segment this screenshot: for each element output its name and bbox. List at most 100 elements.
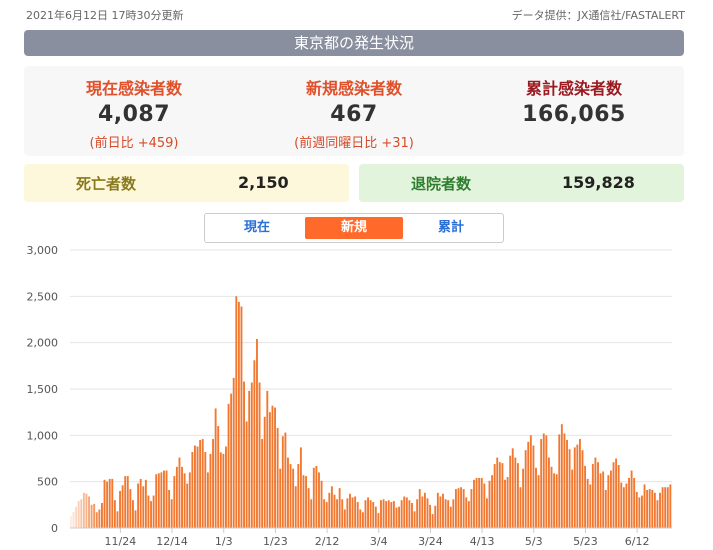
bar [589, 484, 592, 528]
deaths-value: 2,150 [238, 173, 289, 192]
bar [80, 499, 83, 528]
bar [524, 450, 527, 528]
bar [395, 507, 398, 528]
bar [116, 511, 119, 528]
bar [418, 489, 421, 528]
bar [346, 498, 349, 528]
bar [250, 382, 253, 528]
bar [132, 500, 134, 528]
bar [315, 465, 318, 528]
bar [305, 476, 307, 528]
bar [571, 469, 574, 528]
bar [413, 511, 416, 528]
bar [181, 466, 183, 528]
bar [281, 436, 284, 528]
bar [522, 468, 525, 528]
bar [183, 473, 186, 528]
bar [591, 464, 594, 528]
stat-value: 166,065 [522, 102, 626, 127]
x-tick-label: 3/4 [370, 535, 388, 548]
bar [573, 447, 576, 528]
bar [188, 472, 191, 528]
bar [349, 493, 351, 528]
bar [537, 475, 540, 528]
bar [235, 296, 238, 528]
bar [622, 487, 625, 528]
bar [457, 488, 460, 528]
bar [653, 492, 656, 528]
bar [230, 393, 233, 528]
bar [214, 408, 217, 528]
bar [465, 497, 468, 528]
bar [292, 468, 295, 528]
bar [504, 479, 506, 528]
bar [625, 483, 628, 528]
tab-new[interactable]: 新規 [305, 217, 403, 239]
bar [369, 500, 372, 528]
bar [367, 497, 369, 528]
bar [336, 499, 338, 528]
bar [390, 502, 393, 528]
tab-current[interactable]: 現在 [209, 217, 305, 239]
bar [75, 506, 78, 528]
bar [400, 500, 403, 528]
bar [144, 479, 147, 528]
bar [155, 474, 158, 528]
bar [168, 490, 171, 528]
x-tick-label: 12/14 [156, 535, 188, 548]
bar [261, 439, 264, 528]
stat-label: 新規感染者数 [305, 79, 402, 98]
bar [609, 470, 612, 528]
bar [436, 492, 439, 528]
bar [170, 499, 173, 528]
bar [493, 464, 496, 528]
bar [423, 492, 426, 528]
bar [496, 457, 499, 528]
bar [661, 487, 664, 528]
y-tick-label: 2,000 [27, 337, 59, 350]
stat-diff: (前日比 +459) [89, 136, 179, 151]
stat-new-cases: 新規感染者数 467 (前週同曜日比 +31) [244, 66, 464, 151]
bar [633, 477, 636, 528]
bar [478, 477, 481, 528]
bar [72, 512, 75, 528]
bar [426, 498, 429, 528]
bar [245, 421, 248, 528]
bar [219, 452, 222, 528]
bar [566, 439, 568, 528]
bar [279, 468, 282, 528]
bar [320, 480, 323, 528]
bar [560, 424, 563, 528]
bar [491, 475, 494, 528]
bar [310, 499, 313, 528]
y-tick-label: 1,500 [27, 383, 59, 396]
bar [294, 486, 297, 528]
y-tick-label: 0 [51, 522, 58, 535]
bar [411, 502, 413, 528]
new-cases-bar-chart: 0 500 1,000 1,500 2,000 2,500 3,000 11/24 12/14 1… [27, 244, 672, 548]
chart-mode-tabs: 現在 新規 累計 [204, 213, 504, 243]
top-line: 2021年6月12日 17時30分更新 データ提供：JX通信社/FASTALER… [26, 7, 685, 25]
bar [656, 500, 659, 528]
bar [403, 496, 406, 528]
bar [95, 512, 98, 528]
y-tick-label: 3,000 [27, 244, 59, 257]
bar [594, 457, 597, 528]
bar [467, 501, 470, 528]
bar [648, 489, 651, 528]
bar [555, 474, 558, 528]
x-tick-label: 2/12 [315, 535, 340, 548]
bar [659, 492, 661, 528]
bar [284, 432, 287, 528]
bar [227, 403, 230, 528]
bar [535, 467, 537, 528]
bar [382, 499, 385, 528]
bar [452, 499, 455, 528]
stats-panel: 現在感染者数 4,087 (前日比 +459) 新規感染者数 467 (前週同曜… [24, 66, 684, 156]
tab-cumulative[interactable]: 累計 [403, 217, 499, 239]
bar [103, 479, 106, 528]
bar [646, 490, 649, 528]
bar [330, 486, 333, 528]
bar [152, 495, 155, 528]
bar [586, 478, 589, 528]
